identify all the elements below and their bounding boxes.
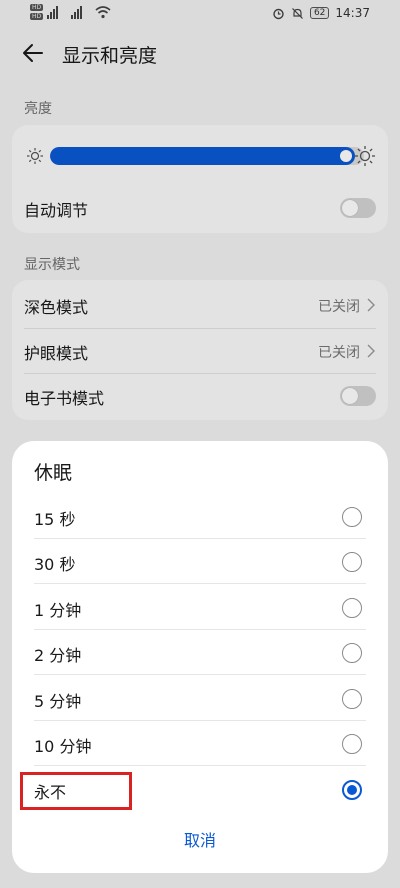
option-label: 5 分钟 [34, 692, 82, 711]
option-label: 30 秒 [34, 555, 76, 574]
divider [34, 583, 366, 584]
sleep-option-15s[interactable]: 15 秒 [12, 494, 388, 539]
option-label: 10 分钟 [34, 737, 92, 756]
divider [34, 765, 366, 766]
radio-button[interactable] [342, 552, 362, 572]
cancel-button[interactable]: 取消 [12, 823, 388, 859]
sleep-option-1min[interactable]: 1 分钟 [12, 585, 388, 630]
option-label: 15 秒 [34, 510, 76, 529]
option-label: 2 分钟 [34, 646, 82, 665]
radio-button[interactable] [342, 734, 362, 754]
radio-button-selected[interactable] [342, 780, 362, 800]
radio-button[interactable] [342, 598, 362, 618]
sleep-dialog: 休眠 15 秒 30 秒 1 分钟 2 分钟 5 分钟 10 分钟 永不 取消 [12, 441, 388, 873]
radio-button[interactable] [342, 507, 362, 527]
sleep-option-10min[interactable]: 10 分钟 [12, 721, 388, 766]
sleep-option-2min[interactable]: 2 分钟 [12, 630, 388, 675]
sleep-option-5min[interactable]: 5 分钟 [12, 676, 388, 721]
radio-button[interactable] [342, 643, 362, 663]
sleep-dialog-title: 休眠 [34, 462, 73, 484]
highlight-annotation-box [20, 772, 132, 810]
option-label: 1 分钟 [34, 601, 82, 620]
sleep-option-30s[interactable]: 30 秒 [12, 539, 388, 584]
divider [34, 674, 366, 675]
radio-button[interactable] [342, 689, 362, 709]
